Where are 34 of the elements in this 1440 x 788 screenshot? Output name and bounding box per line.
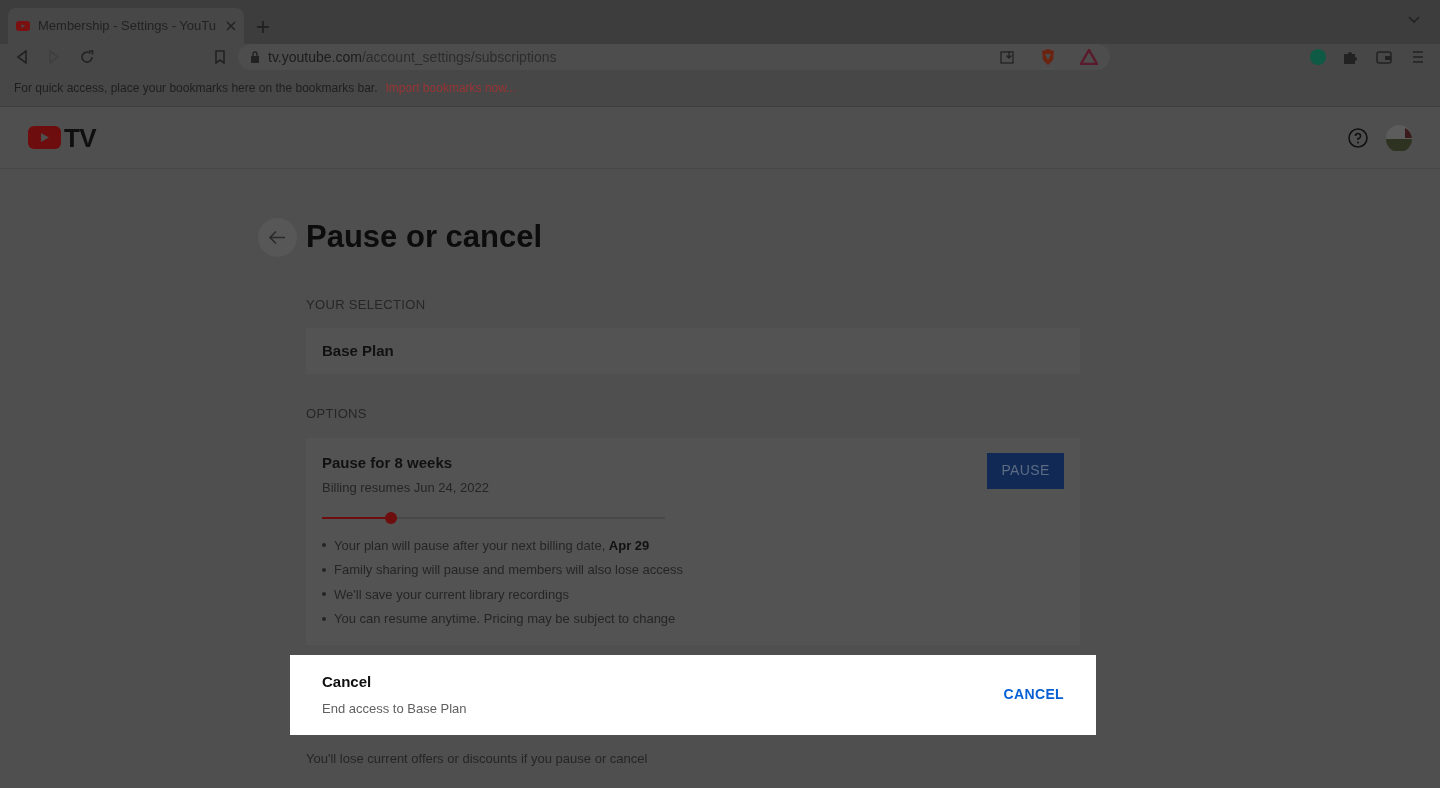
install-icon[interactable] [1000,50,1016,64]
option-title: Cancel [322,672,373,692]
cancel-button[interactable]: CANCEL [997,678,1070,711]
puzzle-icon[interactable] [1342,49,1358,65]
bullet-icon [322,592,326,597]
avatar[interactable] [1386,124,1412,151]
triangle-icon[interactable] [1080,49,1098,65]
help-icon[interactable] [1348,127,1368,148]
option-title: Pause for 8 weeks [322,452,454,473]
back-icon[interactable] [16,50,28,64]
slider-thumb[interactable] [384,511,397,524]
reload-icon[interactable] [80,50,94,64]
logo[interactable]: TV [28,124,96,151]
back-arrow-button[interactable] [258,217,297,257]
bookmark-icon[interactable] [214,50,226,64]
page-title: Pause or cancel [306,218,543,256]
weeks-slider[interactable] [322,511,665,524]
pause-button[interactable]: PAUSE [987,452,1064,489]
menu-icon[interactable] [1412,50,1424,64]
new-tab-icon[interactable] [256,20,270,34]
logo-text: TV [64,124,96,151]
option-subtitle: End access to Base Plan [322,699,468,718]
wallet-icon[interactable] [1376,50,1392,64]
selection-value: Base Plan [322,340,394,361]
play-logo-icon [28,126,61,149]
extension-circle-icon[interactable] [1310,49,1326,65]
bullet-icon [322,616,326,621]
video-logo-icon [16,21,30,31]
bullet-icon [322,543,326,548]
close-icon[interactable] [226,21,236,31]
import-bookmarks-link[interactable]: Import bookmarks now... [385,79,517,97]
lock-icon [250,51,260,63]
bullet-icon [322,567,326,572]
chevron-down-icon[interactable] [1408,16,1420,24]
